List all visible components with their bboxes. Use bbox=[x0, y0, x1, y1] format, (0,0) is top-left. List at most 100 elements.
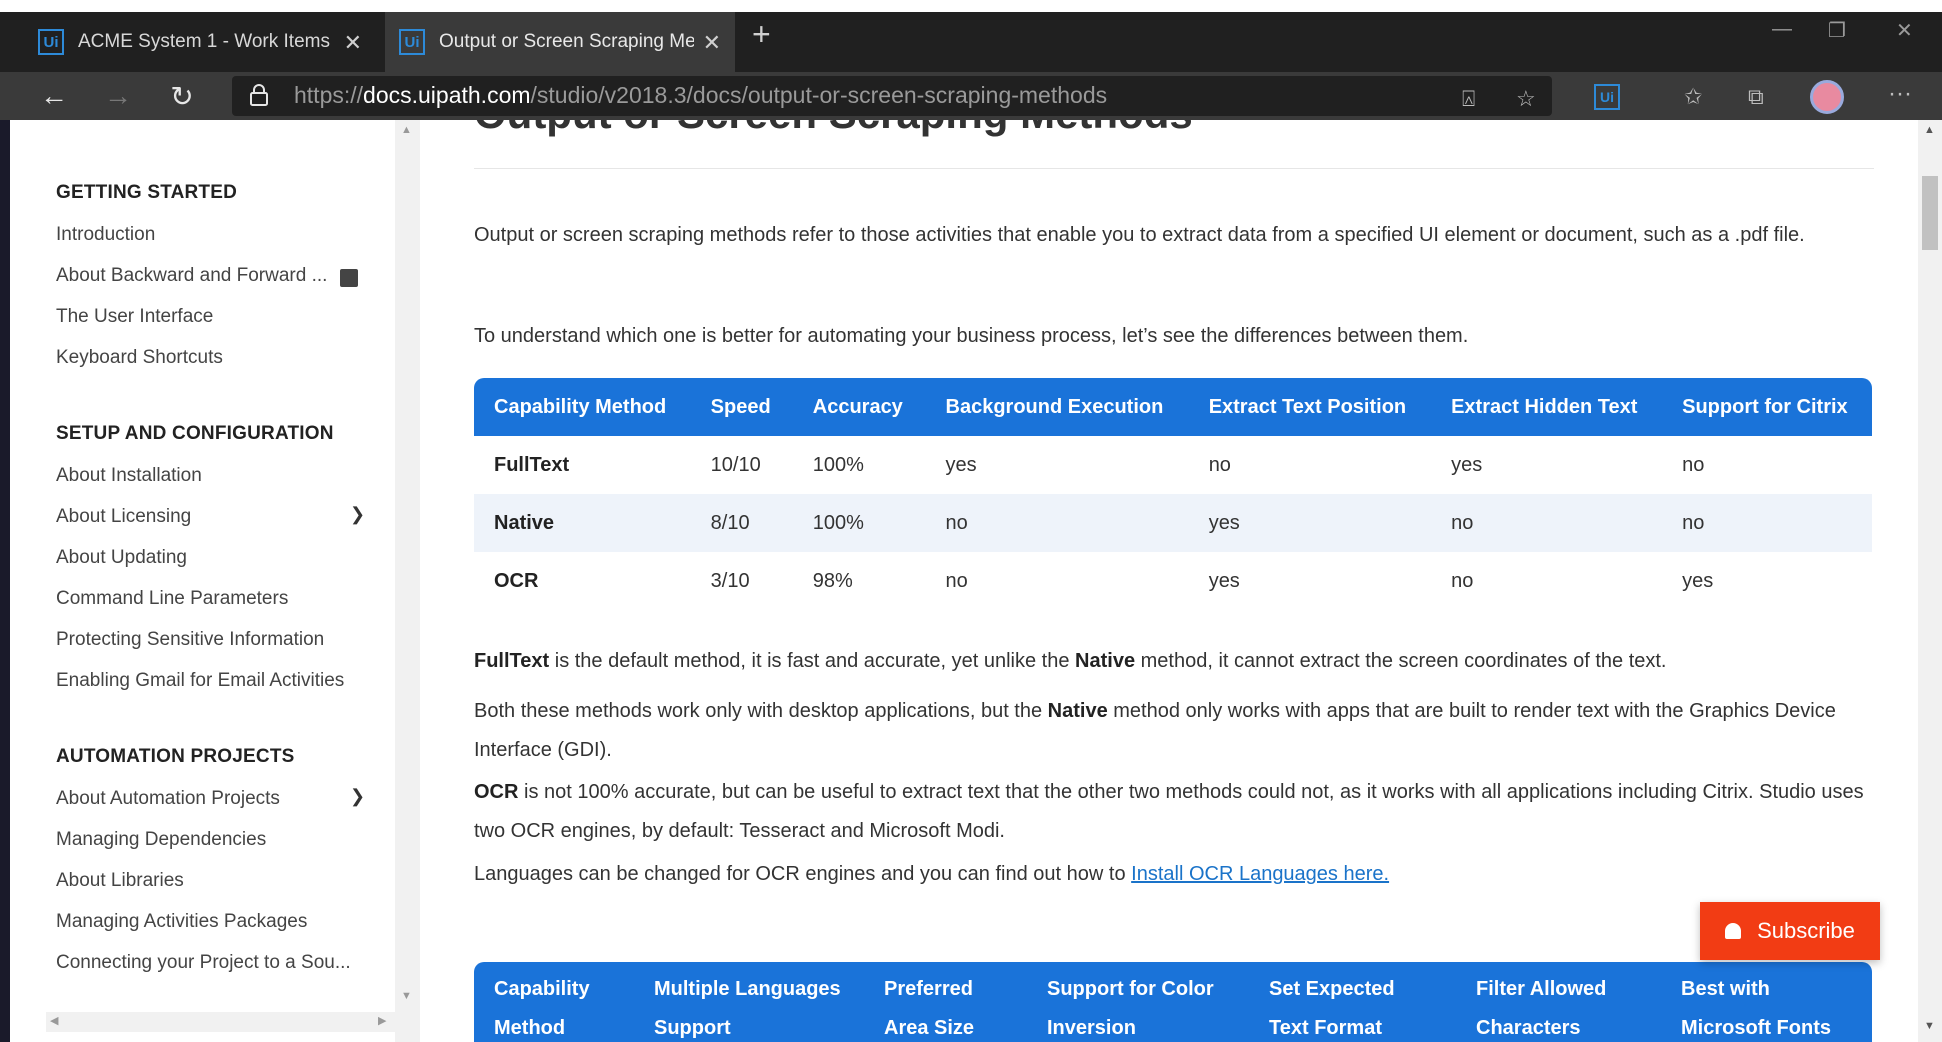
table-cell: 100% bbox=[812, 453, 864, 476]
table-row: OCR 3/10 98% no yes no yes bbox=[474, 552, 1872, 610]
table-header: Background Execution bbox=[925, 378, 1189, 436]
read-aloud-icon[interactable]: ⍓ bbox=[1462, 86, 1475, 112]
more-options-icon[interactable]: ··· bbox=[1888, 80, 1912, 108]
favorite-star-icon[interactable]: ☆ bbox=[1516, 86, 1536, 112]
table-header: Capability Method bbox=[474, 962, 634, 1042]
table-header: Speed bbox=[690, 378, 793, 436]
lock-icon bbox=[250, 84, 268, 106]
table-cell: no bbox=[1208, 453, 1231, 476]
table-header: Accuracy bbox=[792, 378, 926, 436]
table-cell: yes bbox=[1682, 569, 1714, 592]
url-text: https://docs.uipath.com/studio/v2018.3/d… bbox=[294, 82, 1108, 108]
table-header-row: Capability Method Multiple Languages Sup… bbox=[474, 962, 1872, 1042]
sidebar-item-backward-forward[interactable]: About Backward and Forward ... bbox=[56, 265, 327, 287]
table-header: Preferred Area Size bbox=[864, 962, 1027, 1042]
forward-icon[interactable]: → bbox=[100, 78, 136, 114]
subscribe-label: Subscribe bbox=[1757, 918, 1855, 943]
table-header: Set Expected Text Format bbox=[1249, 962, 1456, 1042]
table-cell: 100% bbox=[792, 494, 926, 552]
refresh-icon[interactable]: ↻ bbox=[164, 78, 200, 114]
table-header: Support for Citrix bbox=[1662, 378, 1872, 436]
close-icon[interactable]: ✕ bbox=[344, 30, 362, 56]
address-bar[interactable]: https://docs.uipath.com/studio/v2018.3/d… bbox=[232, 76, 1552, 116]
native-paragraph: Both these methods work only with deskto… bbox=[474, 700, 1836, 761]
collections-icon[interactable]: ⧉ bbox=[1748, 84, 1764, 110]
sidebar-item-libraries[interactable]: About Libraries bbox=[56, 870, 184, 892]
page-viewport: GETTING STARTED Introduction About Backw… bbox=[0, 120, 1942, 1042]
table-row: Native 8/10 100% no yes no no bbox=[474, 494, 1872, 552]
bell-icon bbox=[1725, 923, 1742, 939]
table-header: Extract Text Position bbox=[1188, 378, 1432, 436]
back-icon[interactable]: ← bbox=[36, 78, 72, 114]
sidebar-item-introduction[interactable]: Introduction bbox=[56, 224, 155, 246]
table-cell: no bbox=[1431, 494, 1663, 552]
profile-avatar[interactable] bbox=[1810, 80, 1844, 114]
table-header: Filter Allowed Characters bbox=[1456, 962, 1661, 1042]
subscribe-button[interactable]: Subscribe bbox=[1700, 902, 1880, 960]
table-cell: FullText bbox=[494, 453, 570, 476]
window-close-icon[interactable]: ✕ bbox=[1896, 18, 1913, 43]
new-tab-button[interactable]: + bbox=[752, 16, 771, 53]
scrollbar-thumb[interactable] bbox=[1922, 176, 1938, 250]
tab-output-scraping[interactable]: Ui Output or Screen Scraping Meth ✕ bbox=[385, 12, 735, 72]
table-cell: 98% bbox=[812, 569, 853, 592]
page-scrollbar[interactable]: ▲ ▼ bbox=[1918, 120, 1942, 1042]
favorites-icon[interactable]: ✩ bbox=[1684, 84, 1702, 110]
table-header: Multiple Languages Support bbox=[634, 962, 864, 1042]
table-cell: OCR bbox=[494, 569, 539, 592]
sidebar-item-updating[interactable]: About Updating bbox=[56, 547, 187, 569]
sidebar-item-automation-projects[interactable]: About Automation Projects bbox=[56, 788, 280, 810]
ocr-engines-table: Capability Method Multiple Languages Sup… bbox=[474, 962, 1872, 1042]
uipath-extension-icon[interactable]: Ui bbox=[1594, 84, 1620, 110]
install-ocr-languages-link[interactable]: Install OCR Languages here. bbox=[1131, 863, 1389, 885]
table-header: Support for Color Inversion bbox=[1027, 962, 1249, 1042]
table-row: FullText 10/10 100% yes no yes no bbox=[474, 436, 1872, 494]
sidebar-item-source-control[interactable]: Connecting your Project to a Sou... bbox=[56, 952, 351, 974]
sidebar-item-gmail[interactable]: Enabling Gmail for Email Activities bbox=[56, 670, 344, 692]
tab-acme-work-items[interactable]: Ui ACME System 1 - Work Items ✕ bbox=[24, 12, 376, 72]
external-link-icon bbox=[340, 269, 358, 287]
chevron-right-icon[interactable]: ❯ bbox=[350, 786, 365, 807]
methods-comparison-table: Capability Method Speed Accuracy Backgro… bbox=[474, 378, 1872, 610]
divider bbox=[474, 168, 1874, 169]
sidebar-scrollbar[interactable]: ▲ ▼ bbox=[395, 120, 420, 1042]
table-cell: 10/10 bbox=[710, 453, 761, 476]
sidebar-item-activities-packages[interactable]: Managing Activities Packages bbox=[56, 911, 307, 933]
table-cell: no bbox=[925, 494, 1189, 552]
desktop-edge bbox=[0, 120, 10, 1042]
ocr-paragraph: OCR is not 100% accurate, but can be use… bbox=[474, 781, 1864, 842]
table-cell: yes bbox=[1208, 569, 1240, 592]
section-getting-started: GETTING STARTED bbox=[56, 182, 238, 203]
restore-icon[interactable]: ❐ bbox=[1828, 18, 1846, 43]
main-content: Output or Screen Scraping Methods Output… bbox=[474, 120, 1884, 1042]
close-icon[interactable]: ✕ bbox=[703, 30, 721, 56]
intro-paragraph-2: To understand which one is better for au… bbox=[474, 325, 1469, 347]
languages-paragraph: Languages can be changed for OCR engines… bbox=[474, 863, 1390, 885]
minimize-icon[interactable]: — bbox=[1772, 18, 1792, 41]
browser-window: Ui ACME System 1 - Work Items ✕ Ui Outpu… bbox=[0, 0, 1942, 1042]
table-cell: no bbox=[1682, 453, 1705, 476]
tab-title: Output or Screen Scraping Meth bbox=[439, 31, 694, 52]
table-header-row: Capability Method Speed Accuracy Backgro… bbox=[474, 378, 1872, 436]
tab-title: ACME System 1 - Work Items bbox=[78, 31, 330, 52]
sidebar-item-sensitive-info[interactable]: Protecting Sensitive Information bbox=[56, 629, 324, 651]
sidebar-item-keyboard-shortcuts[interactable]: Keyboard Shortcuts bbox=[56, 347, 223, 369]
chevron-right-icon[interactable]: ❯ bbox=[350, 504, 365, 525]
page-title: Output or Screen Scraping Methods bbox=[474, 120, 1193, 138]
sidebar-horizontal-scrollbar[interactable]: ◀ ▶ bbox=[46, 1012, 396, 1032]
table-cell: yes bbox=[1188, 494, 1432, 552]
sidebar-item-installation[interactable]: About Installation bbox=[56, 465, 202, 487]
section-setup-configuration: SETUP AND CONFIGURATION bbox=[56, 423, 334, 444]
table-cell: yes bbox=[1451, 453, 1483, 476]
table-header: Best with Microsoft Fonts bbox=[1661, 962, 1872, 1042]
sidebar-item-licensing[interactable]: About Licensing bbox=[56, 506, 191, 528]
sidebar-item-dependencies[interactable]: Managing Dependencies bbox=[56, 829, 266, 851]
uipath-icon: Ui bbox=[38, 29, 64, 55]
sidebar-item-command-line[interactable]: Command Line Parameters bbox=[56, 588, 288, 610]
navigation-bar: ← → ↻ https://docs.uipath.com/studio/v20… bbox=[0, 72, 1942, 120]
table-header: Capability Method bbox=[474, 378, 691, 436]
sidebar-item-user-interface[interactable]: The User Interface bbox=[56, 306, 213, 328]
table-cell: Native bbox=[474, 494, 691, 552]
uipath-icon: Ui bbox=[399, 29, 425, 55]
table-cell: no bbox=[1662, 494, 1872, 552]
